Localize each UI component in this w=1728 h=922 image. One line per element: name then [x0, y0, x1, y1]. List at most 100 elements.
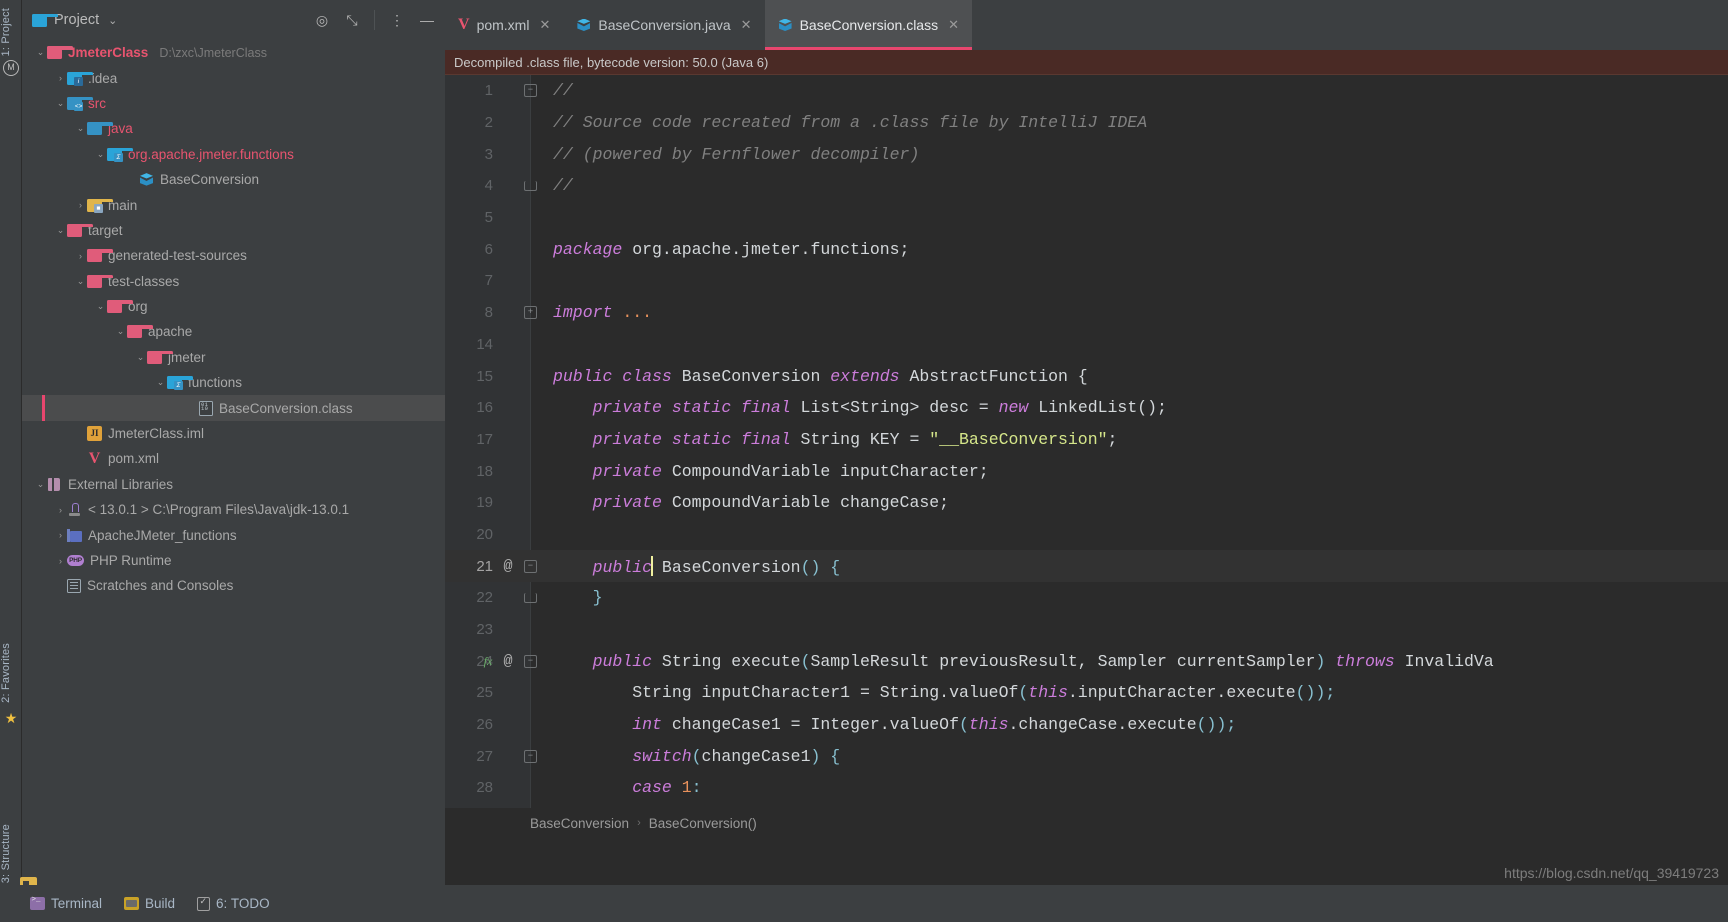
tree-expand-arrow[interactable]: ⌄ [94, 149, 107, 160]
code-line[interactable]: 21 @ − public BaseConversion() { [445, 550, 1728, 582]
tree-node[interactable]: › ApacheJMeter_functions [22, 522, 445, 547]
code-text[interactable]: // [553, 81, 573, 100]
tree-expand-arrow[interactable]: ⌄ [74, 276, 87, 287]
tree-node[interactable]: › PHP PHP Runtime [22, 548, 445, 573]
code-line[interactable]: 3 // (powered by Fernflower decompiler) [445, 138, 1728, 170]
code-text[interactable]: package org.apache.jmeter.functions; [553, 240, 909, 259]
code-line[interactable]: 5 [445, 202, 1728, 234]
tree-expand-arrow[interactable]: ⌄ [54, 225, 67, 236]
code-text[interactable]: private static final List<String> desc =… [553, 398, 1167, 417]
line-number[interactable]: 3 [445, 146, 493, 163]
line-number[interactable]: 20 [445, 526, 493, 543]
tool-button-structure[interactable]: 3: Structure [0, 820, 22, 887]
code-line[interactable]: 16 private static final List<String> des… [445, 392, 1728, 424]
tree-node[interactable]: › i .idea [22, 65, 445, 90]
tree-expand-arrow[interactable]: › [74, 200, 87, 210]
tree-expand-arrow[interactable]: ⌄ [94, 301, 107, 312]
tree-node[interactable]: ⌄ JmeterClass D:\zxc\JmeterClass [22, 40, 445, 65]
line-number[interactable]: 23 [445, 621, 493, 638]
code-line[interactable]: 24 fx @ − public String execute(SampleResul… [445, 645, 1728, 677]
code-text[interactable]: import ... [553, 303, 652, 322]
tree-expand-arrow[interactable]: › [54, 530, 67, 540]
code-lines[interactable]: 1 − // 2 // Source code recreated from a .cl… [445, 75, 1728, 804]
close-icon[interactable]: ✕ [948, 17, 959, 33]
code-line[interactable]: 26 int changeCase1 = Integer.valueOf(thi… [445, 709, 1728, 741]
tree-expand-arrow[interactable]: ⌄ [114, 326, 127, 337]
tree-expand-arrow[interactable]: ⌄ [134, 352, 147, 363]
code-line[interactable]: 23 [445, 614, 1728, 646]
tree-expand-arrow[interactable]: ⌄ [34, 479, 47, 490]
tree-node[interactable]: ⌄ java [22, 116, 445, 141]
code-line[interactable]: 7 [445, 265, 1728, 297]
code-line[interactable]: 6 package org.apache.jmeter.functions; [445, 233, 1728, 265]
tree-node[interactable]: ›JIJmeterClass.iml [22, 421, 445, 446]
code-line[interactable]: 14 [445, 329, 1728, 361]
line-number[interactable]: 15 [445, 368, 493, 385]
locate-icon[interactable]: ◎ [314, 12, 330, 28]
editor-tab[interactable]: Vpom.xml ✕ [445, 0, 563, 50]
fold-end-icon[interactable] [524, 180, 537, 191]
code-text[interactable]: private static final String KEY = "__Bas… [553, 430, 1118, 449]
breadcrumb-item[interactable]: BaseConversion [530, 816, 629, 831]
fold-collapse-icon[interactable]: − [524, 654, 537, 668]
code-line[interactable]: 20 [445, 519, 1728, 551]
more-options-icon[interactable]: ⋮ [389, 12, 405, 28]
line-number[interactable]: 7 [445, 272, 493, 289]
tree-node[interactable]: ⌄ Σfunctions [22, 370, 445, 395]
code-text[interactable]: private CompoundVariable changeCase; [553, 493, 949, 512]
tree-node[interactable]: ›Scratches and Consoles [22, 573, 445, 598]
code-text[interactable]: } [553, 588, 603, 607]
line-number[interactable]: 2 [445, 114, 493, 131]
breadcrumb-item[interactable]: BaseConversion() [649, 816, 757, 831]
bottom-tool-button[interactable]: 6: TODO [197, 896, 270, 911]
tree-expand-arrow[interactable]: › [74, 251, 87, 261]
tree-node[interactable]: ⌄ Σorg.apache.jmeter.functions [22, 142, 445, 167]
tree-node[interactable]: ⌄ org [22, 294, 445, 319]
tree-node[interactable]: › ■ main [22, 192, 445, 217]
code-text[interactable]: // [553, 176, 573, 195]
tree-node[interactable]: ⌄ External Libraries [22, 472, 445, 497]
code-text[interactable]: int changeCase1 = Integer.valueOf(this.c… [553, 715, 1236, 734]
line-number[interactable]: 19 [445, 494, 493, 511]
line-number[interactable]: 26 [445, 716, 493, 733]
code-viewport[interactable]: 1 − // 2 // Source code recreated from a .cl… [445, 75, 1728, 838]
editor-tab[interactable]: BaseConversion.class ✕ [764, 0, 973, 50]
code-line[interactable]: 2 // Source code recreated from a .class … [445, 107, 1728, 139]
line-number[interactable]: 14 [445, 336, 493, 353]
code-text[interactable]: public BaseConversion() { [553, 555, 840, 577]
fold-collapse-icon[interactable]: − [524, 84, 537, 98]
editor-tab[interactable]: BaseConversion.java ✕ [563, 0, 764, 50]
code-text[interactable]: public String execute(SampleResult previ… [553, 652, 1494, 671]
code-line[interactable]: 19 private CompoundVariable changeCase; [445, 487, 1728, 519]
fold-expand-icon[interactable]: + [524, 306, 537, 320]
line-number[interactable]: 1 [445, 82, 493, 99]
tree-expand-arrow[interactable]: ⌄ [154, 377, 167, 388]
code-line[interactable]: 4 // [445, 170, 1728, 202]
code-text[interactable]: private CompoundVariable inputCharacter; [553, 462, 989, 481]
tree-node[interactable]: ›BaseConversion.class [22, 395, 445, 422]
collapse-all-icon[interactable]: ⤡ [344, 12, 360, 28]
line-number[interactable]: 28 [445, 779, 493, 796]
tree-expand-arrow[interactable]: › [54, 505, 67, 515]
code-line[interactable]: 18 private CompoundVariable inputCharact… [445, 455, 1728, 487]
tree-node[interactable]: ⌄ apache [22, 319, 445, 344]
code-line[interactable]: 25 String inputCharacter1 = String.value… [445, 677, 1728, 709]
code-text[interactable]: case 1: [553, 778, 701, 797]
tree-expand-arrow[interactable]: ⌄ [74, 123, 87, 134]
line-number[interactable]: 17 [445, 431, 493, 448]
tree-node[interactable]: › < 13.0.1 > C:\Program Files\Java\jdk-13… [22, 497, 445, 522]
tree-expand-arrow[interactable]: ⌄ [54, 98, 67, 109]
tree-node[interactable]: ⌄ <> src [22, 91, 445, 116]
bottom-tool-button[interactable]: Terminal [30, 896, 102, 911]
line-number[interactable]: 5 [445, 209, 493, 226]
tool-button-favorites[interactable]: 2: Favorites [0, 639, 22, 707]
maven-icon[interactable]: M [3, 60, 19, 76]
fold-collapse-icon[interactable]: − [524, 749, 537, 763]
tree-expand-arrow[interactable]: ⌄ [34, 47, 47, 58]
chevron-down-icon[interactable]: ⌄ [108, 14, 117, 27]
annotation-gutter-icon[interactable]: @ [498, 558, 518, 575]
code-text[interactable]: // (powered by Fernflower decompiler) [553, 145, 919, 164]
tool-button-project[interactable]: 1: Project [0, 4, 22, 60]
code-line[interactable]: 22 } [445, 582, 1728, 614]
line-number[interactable]: 4 [445, 177, 493, 194]
